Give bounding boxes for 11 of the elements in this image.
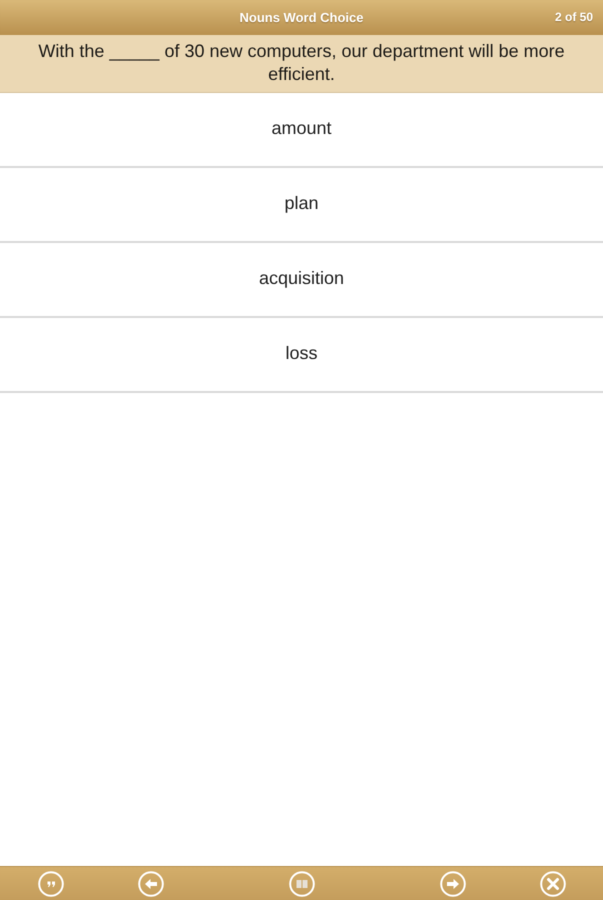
quote-button[interactable]	[38, 870, 64, 896]
book-icon	[288, 870, 314, 896]
question-counter: 2 of 50	[554, 10, 593, 24]
book-button[interactable]	[288, 870, 314, 896]
question-text: With the _____ of 30 new computers, our department will be more efficient.	[37, 40, 566, 86]
next-button[interactable]	[440, 870, 466, 896]
close-button[interactable]	[540, 870, 566, 896]
back-button[interactable]	[138, 870, 164, 896]
screen-title: Nouns Word Choice	[240, 10, 364, 25]
close-icon	[540, 870, 566, 896]
quote-icon	[38, 870, 64, 896]
